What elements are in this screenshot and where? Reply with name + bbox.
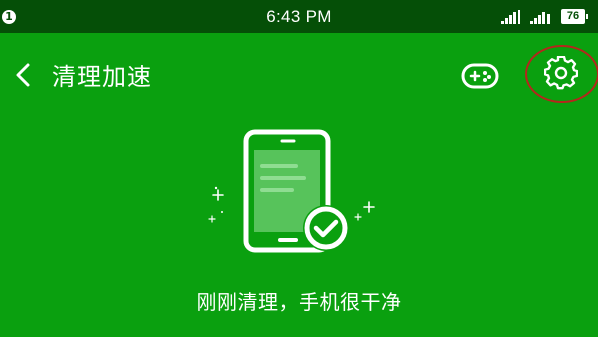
page-title: 清理加速 — [52, 63, 152, 91]
settings-button[interactable] — [521, 45, 598, 103]
signal-strength-icon — [501, 10, 520, 24]
phone-check-icon — [208, 129, 375, 253]
signal-strength-icon-2 — [530, 12, 550, 24]
toolbar: 清理加速 — [0, 33, 598, 117]
chevron-left-icon — [16, 63, 30, 87]
clean-status-message: 刚刚清理，手机很干净 — [196, 290, 402, 314]
gear-icon — [544, 56, 578, 90]
battery-indicator: 76 — [561, 9, 588, 24]
back-button[interactable] — [6, 55, 40, 95]
sparkle-icon-small — [214, 186, 223, 213]
gamepad-icon — [461, 63, 499, 89]
game-mode-button[interactable] — [458, 58, 502, 94]
status-bar: 1 6:43 PM 76 — [0, 0, 598, 33]
